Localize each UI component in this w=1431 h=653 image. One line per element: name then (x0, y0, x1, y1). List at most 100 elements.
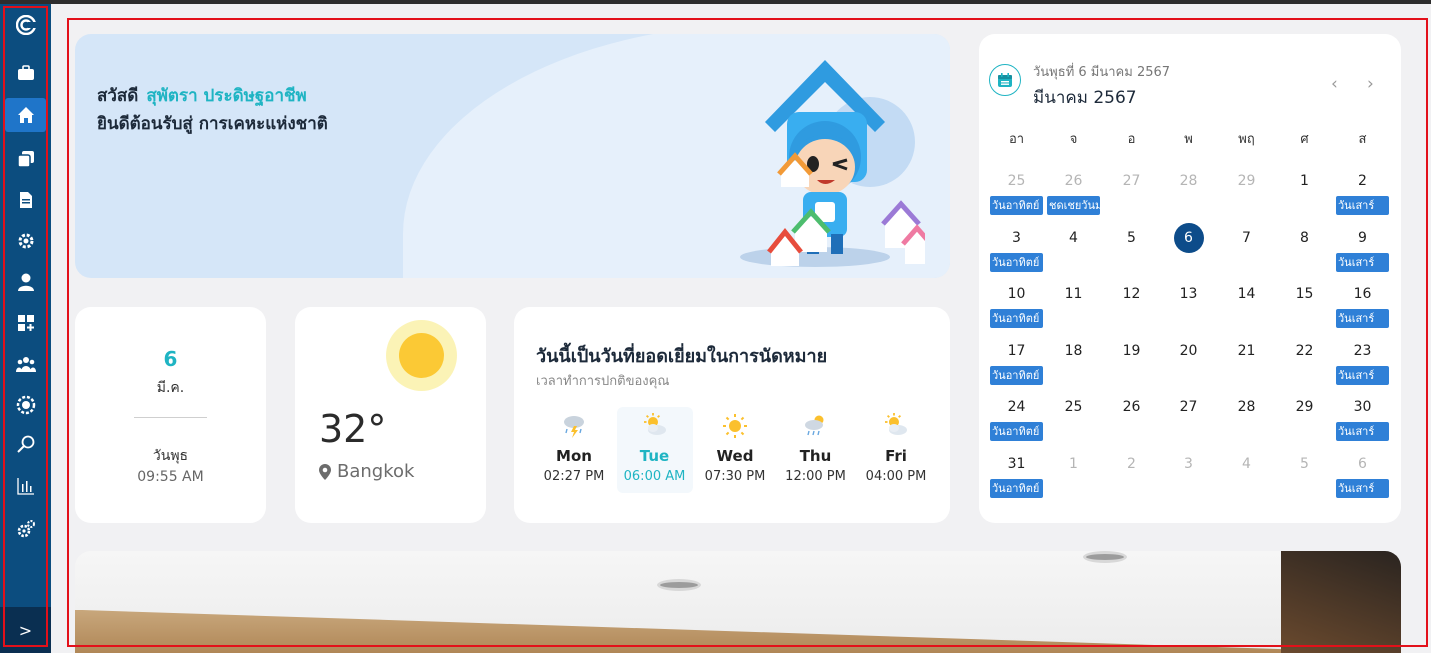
date-weekday: วันพุธ (152, 448, 189, 464)
date-month: มี.ค. (156, 380, 185, 396)
calendar-day[interactable]: 18 (1045, 343, 1102, 359)
calendar-day[interactable]: 19 (1103, 343, 1160, 359)
group-icon[interactable] (5, 347, 46, 381)
calendar-event[interactable]: วันอาทิตย์ (990, 422, 1043, 441)
calendar-day[interactable]: 14 (1218, 286, 1275, 302)
calendar-day[interactable]: 1 (1276, 173, 1333, 189)
calendar-day[interactable]: 10 (988, 286, 1045, 302)
apps-add-icon[interactable] (5, 306, 46, 340)
rain-sun-icon (803, 413, 829, 439)
calendar-day[interactable]: 6 (1334, 456, 1391, 472)
calendar-day[interactable]: 30 (1334, 399, 1391, 415)
calendar-day[interactable]: 28 (1218, 399, 1275, 415)
calendar-day[interactable]: 28 (1160, 173, 1217, 189)
gears-icon[interactable] (5, 512, 46, 546)
logo-icon[interactable] (5, 8, 46, 42)
sidebar-expand-button[interactable]: > (0, 607, 51, 653)
calendar-day[interactable]: 21 (1218, 343, 1275, 359)
calendar-day[interactable]: 8 (1276, 230, 1333, 246)
weather-card: 32° Bangkok (295, 307, 486, 523)
calendar-day-number: 7 (1242, 229, 1251, 246)
calendar-day[interactable]: 25 (988, 173, 1045, 189)
forecast-day[interactable]: Thu 12:00 PM (778, 407, 854, 493)
calendar-next-button[interactable]: › (1367, 74, 1374, 94)
calendar-day[interactable]: 20 (1160, 343, 1217, 359)
calendar-day[interactable]: 5 (1276, 456, 1333, 472)
briefcase-icon[interactable] (5, 56, 46, 90)
calendar-day-number: 27 (1179, 399, 1198, 415)
calendar-day[interactable]: 22 (1276, 343, 1333, 359)
document-icon[interactable] (5, 183, 46, 217)
calendar-day-number: 1 (1300, 173, 1309, 189)
calendar-day[interactable]: 1 (1045, 456, 1102, 472)
calendar-day[interactable]: 2 (1334, 173, 1391, 189)
calendar-day[interactable]: 27 (1103, 173, 1160, 189)
hero-photo (75, 551, 1401, 653)
calendar-day[interactable]: 2 (1103, 456, 1160, 472)
calendar-day[interactable]: 29 (1276, 399, 1333, 415)
calendar-weekday-header: พ (1184, 132, 1193, 147)
calendar-day[interactable]: 4 (1218, 456, 1275, 472)
calendar-day[interactable]: 5 (1103, 230, 1160, 246)
calendar-day[interactable]: 17 (988, 343, 1045, 359)
calendar-day-number: 9 (1358, 229, 1367, 246)
home-icon[interactable] (5, 98, 46, 132)
calendar-event[interactable]: วันอาทิตย์ (990, 365, 1043, 385)
calendar-event[interactable]: วันเสาร์ (1336, 365, 1389, 385)
copy-icon[interactable] (5, 142, 46, 176)
welcome-banner: สวัสดี สุพัตรา ประดิษฐอาชีพ ยินดีต้อนรับส… (75, 34, 950, 278)
calendar-day[interactable]: 9 (1334, 230, 1391, 246)
forecast-day-name: Tue (639, 447, 670, 465)
calendar-event[interactable]: วันเสาร์ (1336, 309, 1389, 328)
forecast-day[interactable]: Tue 06:00 AM (616, 407, 693, 493)
calendar-day[interactable]: 25 (1045, 399, 1102, 415)
calendar-prev-button[interactable]: ‹ (1331, 74, 1338, 94)
gear-icon[interactable] (5, 224, 46, 258)
calendar-day[interactable]: 31 (988, 456, 1045, 472)
calendar-weekday-header: พฤ (1238, 132, 1255, 147)
calendar-day[interactable]: 12 (1103, 286, 1160, 302)
calendar-event[interactable]: วันเสาร์ (1336, 422, 1389, 441)
calendar-event[interactable]: วันอาทิตย์ (990, 478, 1043, 498)
forecast-day[interactable]: Fri 04:00 PM (858, 407, 934, 493)
calendar-day-number: 28 (1179, 173, 1198, 189)
calendar-day[interactable]: 24 (988, 399, 1045, 415)
calendar-event[interactable]: ชดเชยวันม (1047, 196, 1100, 215)
calendar-day-number: 14 (1237, 286, 1256, 302)
calendar-day[interactable]: 15 (1276, 286, 1333, 302)
chart-icon[interactable] (5, 469, 46, 503)
calendar-day[interactable]: 27 (1160, 399, 1217, 415)
calendar-event[interactable]: วันเสาร์ (1336, 196, 1389, 215)
calendar-event[interactable]: วันอาทิตย์ (990, 309, 1043, 328)
calendar-day[interactable]: 26 (1103, 399, 1160, 415)
calendar-day[interactable]: 29 (1218, 173, 1275, 189)
calendar-day[interactable]: 23 (1334, 343, 1391, 359)
date-card: 6 มี.ค. วันพุธ 09:55 AM (75, 307, 266, 523)
calendar-event[interactable]: วันเสาร์ (1336, 252, 1389, 272)
calendar-day[interactable]: 16 (1334, 286, 1391, 302)
calendar-day[interactable]: 3 (988, 230, 1045, 246)
calendar-today[interactable]: 6 (1160, 222, 1217, 253)
calendar-day[interactable]: 7 (1218, 230, 1275, 246)
calendar-day[interactable]: 4 (1045, 230, 1102, 246)
calendar-card: วันพุธที่ 6 มีนาคม 2567 มีนาคม 2567 ‹ › … (979, 34, 1401, 523)
calendar-event[interactable]: วันอาทิตย์ (990, 196, 1043, 215)
user-icon[interactable] (5, 265, 46, 299)
calendar-event[interactable]: วันเสาร์ (1336, 478, 1389, 498)
forecast-day[interactable]: Wed 07:30 PM (697, 407, 773, 493)
calendar-day[interactable]: 26 (1045, 173, 1102, 189)
calendar-day[interactable]: 3 (1160, 456, 1217, 472)
calendar-event[interactable]: วันอาทิตย์ (990, 252, 1043, 272)
coin-settings-icon[interactable] (5, 388, 46, 422)
calendar-weekday-header: จ (1069, 132, 1078, 147)
calendar-day[interactable]: 11 (1045, 286, 1102, 302)
chevron-left-icon: ‹ (1331, 74, 1338, 94)
calendar-day[interactable]: 13 (1160, 286, 1217, 302)
sun-icon (386, 320, 457, 391)
calendar-day-number: 19 (1122, 342, 1141, 359)
search-icon[interactable] (5, 427, 46, 461)
forecast-day[interactable]: Mon 02:27 PM (536, 407, 612, 493)
calendar-day-number: 11 (1064, 286, 1083, 302)
mascot-illustration (740, 60, 925, 267)
ceiling-lamp (1083, 551, 1127, 563)
